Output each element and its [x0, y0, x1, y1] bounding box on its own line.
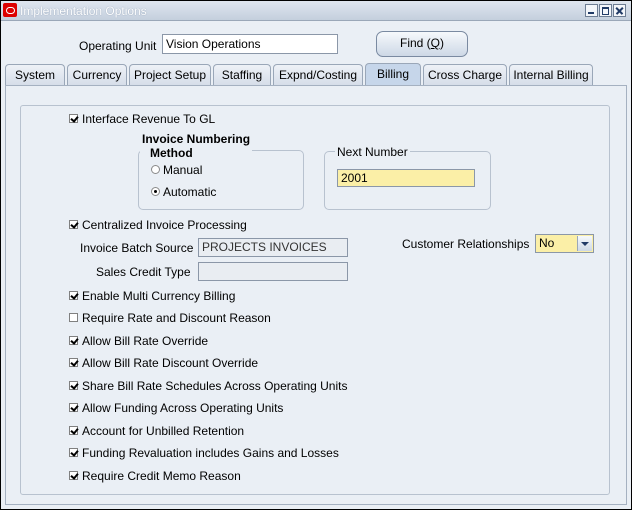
automatic-label: Automatic	[163, 185, 217, 199]
multi-currency-billing-label: Enable Multi Currency Billing	[82, 289, 236, 303]
sales-credit-type-input[interactable]	[198, 262, 348, 281]
bill-rate-override-checkbox[interactable]	[69, 336, 78, 345]
minimize-icon[interactable]	[585, 4, 598, 17]
manual-radio[interactable]	[151, 165, 160, 174]
tab-currency[interactable]: Currency	[67, 64, 127, 85]
share-bill-rate-label: Share Bill Rate Schedules Across Operati…	[82, 379, 348, 393]
close-icon[interactable]	[613, 4, 626, 17]
automatic-radio[interactable]	[151, 187, 160, 196]
operating-unit-input[interactable]: Vision Operations	[162, 34, 338, 54]
manual-label: Manual	[163, 163, 203, 177]
invoice-numbering-title-line1: Invoice Numbering	[142, 132, 251, 146]
unbilled-retention-checkbox[interactable]	[69, 426, 78, 435]
interface-revenue-checkbox[interactable]	[69, 114, 78, 123]
operating-unit-label: Operating Unit	[79, 39, 157, 53]
window-title: Implementation Options	[20, 4, 147, 18]
multi-currency-billing-checkbox[interactable]	[69, 291, 78, 300]
invoice-numbering-title: Invoice Numbering Method	[140, 132, 253, 160]
credit-memo-reason-checkbox[interactable]	[69, 471, 78, 480]
next-number-input[interactable]: 2001	[337, 169, 475, 187]
chevron-down-icon[interactable]	[577, 236, 592, 251]
share-bill-rate-checkbox[interactable]	[69, 381, 78, 390]
find-button[interactable]: Find (Q)	[376, 31, 468, 57]
sales-credit-type-label: Sales Credit Type	[96, 265, 191, 279]
tab-project-setup[interactable]: Project Setup	[129, 64, 211, 85]
customer-relationships-label: Customer Relationships	[402, 237, 530, 251]
rate-discount-reason-label: Require Rate and Discount Reason	[82, 311, 271, 325]
find-button-close: )	[440, 36, 445, 50]
tab-cross-charge[interactable]: Cross Charge	[423, 64, 507, 85]
find-button-label: Find (	[399, 36, 431, 50]
bill-rate-override-label: Allow Bill Rate Override	[82, 334, 209, 348]
next-number-title: Next Number	[335, 145, 410, 159]
invoice-numbering-title-line2: Method	[150, 146, 193, 160]
invoice-batch-source-label: Invoice Batch Source	[80, 241, 194, 255]
interface-revenue-label: Interface Revenue To GL	[82, 112, 216, 126]
implementation-options-window: Implementation Options Operating Unit Vi…	[0, 0, 632, 510]
centralized-invoice-label: Centralized Invoice Processing	[82, 218, 247, 232]
tab-internal-billing[interactable]: Internal Billing	[509, 64, 593, 85]
unbilled-retention-label: Account for Unbilled Retention	[82, 424, 245, 438]
tab-system[interactable]: System	[5, 64, 65, 85]
tab-staffing[interactable]: Staffing	[213, 64, 271, 85]
bill-rate-discount-override-checkbox[interactable]	[69, 358, 78, 367]
centralized-invoice-checkbox[interactable]	[69, 220, 78, 229]
oracle-app-icon	[3, 3, 17, 17]
customer-relationships-select[interactable]: No	[535, 234, 594, 253]
funding-across-ou-label: Allow Funding Across Operating Units	[82, 401, 284, 415]
tab-bar: System Currency Project Setup Staffing E…	[3, 63, 629, 86]
find-button-mnemonic: Q	[430, 36, 441, 50]
maximize-icon[interactable]	[599, 4, 612, 17]
funding-revaluation-label: Funding Revaluation includes Gains and L…	[82, 446, 339, 460]
tab-billing[interactable]: Billing	[365, 63, 421, 86]
invoice-batch-source-input[interactable]: PROJECTS INVOICES	[198, 238, 348, 257]
bill-rate-discount-override-label: Allow Bill Rate Discount Override	[82, 356, 259, 370]
funding-across-ou-checkbox[interactable]	[69, 403, 78, 412]
funding-revaluation-checkbox[interactable]	[69, 448, 78, 457]
title-bar[interactable]: Implementation Options	[1, 1, 631, 21]
tab-expnd-costing[interactable]: Expnd/Costing	[273, 64, 363, 85]
credit-memo-reason-label: Require Credit Memo Reason	[82, 469, 241, 483]
customer-relationships-value: No	[539, 236, 555, 250]
rate-discount-reason-checkbox[interactable]	[69, 313, 78, 322]
